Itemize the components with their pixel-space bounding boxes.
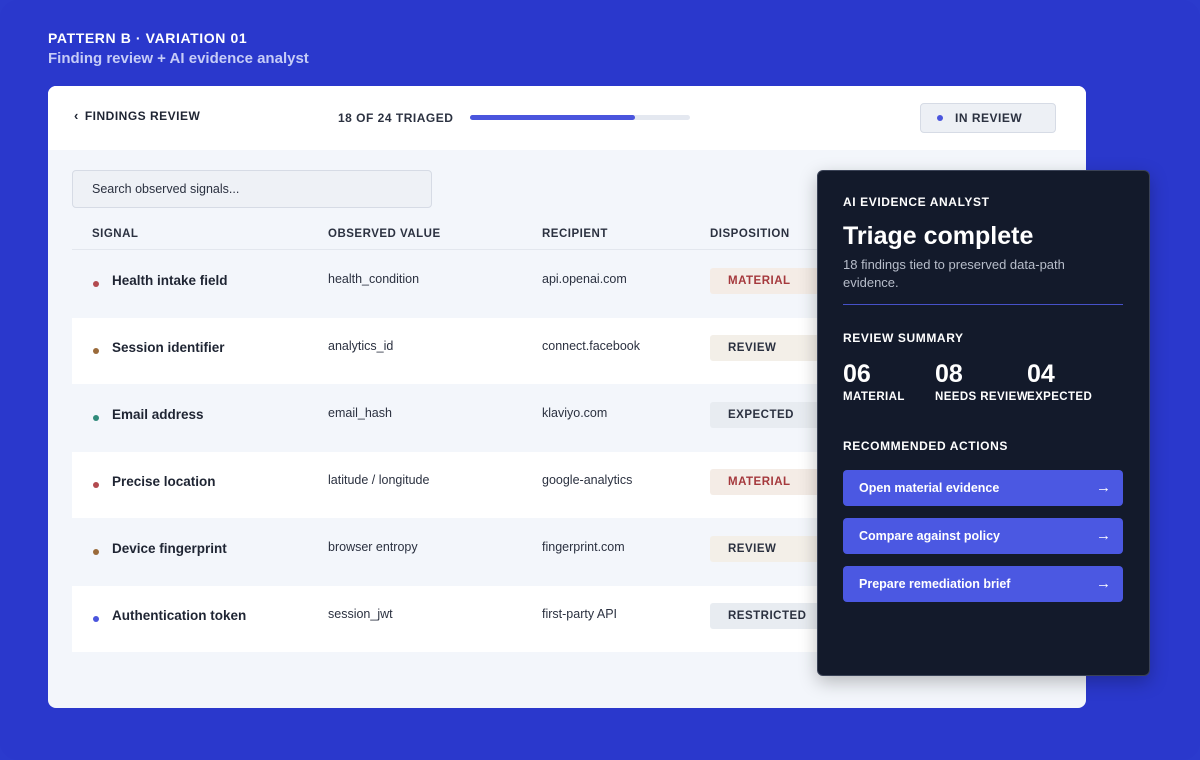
recipient: klaviyo.com [542,406,608,420]
open-material-evidence-button[interactable]: Open material evidence → [843,470,1123,506]
back-to-findings-link[interactable]: ‹ FINDINGS REVIEW [74,108,200,123]
stat-value: 04 [1027,360,1055,388]
observed-value: email_hash [328,406,392,420]
analyst-kicker: AI EVIDENCE ANALYST [843,195,990,209]
signal-name: Authentication token [112,608,247,623]
observed-value: browser entropy [328,540,418,554]
action-label: Prepare remediation brief [859,577,1011,591]
recipient: fingerprint.com [542,540,625,554]
status-label: IN REVIEW [955,111,1023,125]
stat-value: 06 [843,360,871,388]
severity-dot-icon [93,482,99,488]
column-header-signal[interactable]: SIGNAL [92,228,138,240]
review-summary-label: REVIEW SUMMARY [843,331,964,345]
arrow-right-icon: → [1096,479,1111,496]
signal-name: Health intake field [112,273,228,288]
signal-name: Email address [112,407,204,422]
triage-progress-bar [470,115,690,120]
severity-dot-icon [93,549,99,555]
chevron-left-icon: ‹ [74,108,79,123]
observed-value: health_condition [328,272,420,286]
search-signals-input[interactable] [72,170,432,208]
column-header-recipient[interactable]: RECIPIENT [542,228,608,240]
analyst-title: Triage complete [843,222,1034,250]
action-label: Open material evidence [859,481,1000,495]
compare-against-policy-button[interactable]: Compare against policy → [843,518,1123,554]
arrow-right-icon: → [1096,575,1111,592]
arrow-right-icon: → [1096,527,1111,544]
signal-name: Precise location [112,474,216,489]
severity-dot-icon [93,616,99,622]
back-link-label: FINDINGS REVIEW [84,108,201,123]
stat-needs-review: 08 NEEDS REVIEW [935,360,1028,403]
stat-expected: 04 EXPECTED [1027,360,1092,403]
observed-value: analytics_id [328,339,394,353]
analyst-description: 18 findings tied to preserved data-path … [843,257,1065,290]
severity-dot-icon [93,415,99,421]
observed-value: session_jwt [328,607,393,621]
stat-label: EXPECTED [1027,391,1093,403]
observed-value: latitude / longitude [328,473,430,487]
stat-label: NEEDS REVIEW [935,391,1028,403]
stat-label: MATERIAL [843,391,905,403]
column-header-observed-value[interactable]: OBSERVED VALUE [328,228,441,240]
triage-progress-fill [470,115,635,120]
recipient: api.openai.com [542,272,627,286]
status-badge[interactable]: IN REVIEW [920,103,1056,133]
severity-dot-icon [93,281,99,287]
recommended-actions-label: RECOMMENDED ACTIONS [843,439,1008,453]
stat-material: 06 MATERIAL [843,360,905,403]
triage-count: 18 OF 24 TRIAGED [338,111,454,125]
severity-dot-icon [93,348,99,354]
pattern-title: PATTERN B · VARIATION 01 [48,30,248,46]
pattern-subtitle: Finding review + AI evidence analyst [48,50,309,67]
recipient: first-party API [542,607,618,621]
analyst-divider [843,304,1123,305]
status-dot-icon [937,115,943,121]
prepare-remediation-brief-button[interactable]: Prepare remediation brief → [843,566,1123,602]
recipient: connect.facebook [542,339,640,353]
card-header: ‹ FINDINGS REVIEW 18 OF 24 TRIAGED IN RE… [48,86,1086,150]
action-label: Compare against policy [859,529,1001,543]
signal-name: Device fingerprint [112,541,227,556]
recipient: google-analytics [542,473,633,487]
stat-value: 08 [935,360,963,388]
column-header-disposition[interactable]: DISPOSITION [710,228,790,240]
ai-evidence-analyst-panel: AI EVIDENCE ANALYST Triage complete 18 f… [817,170,1150,676]
signal-name: Session identifier [112,340,225,355]
